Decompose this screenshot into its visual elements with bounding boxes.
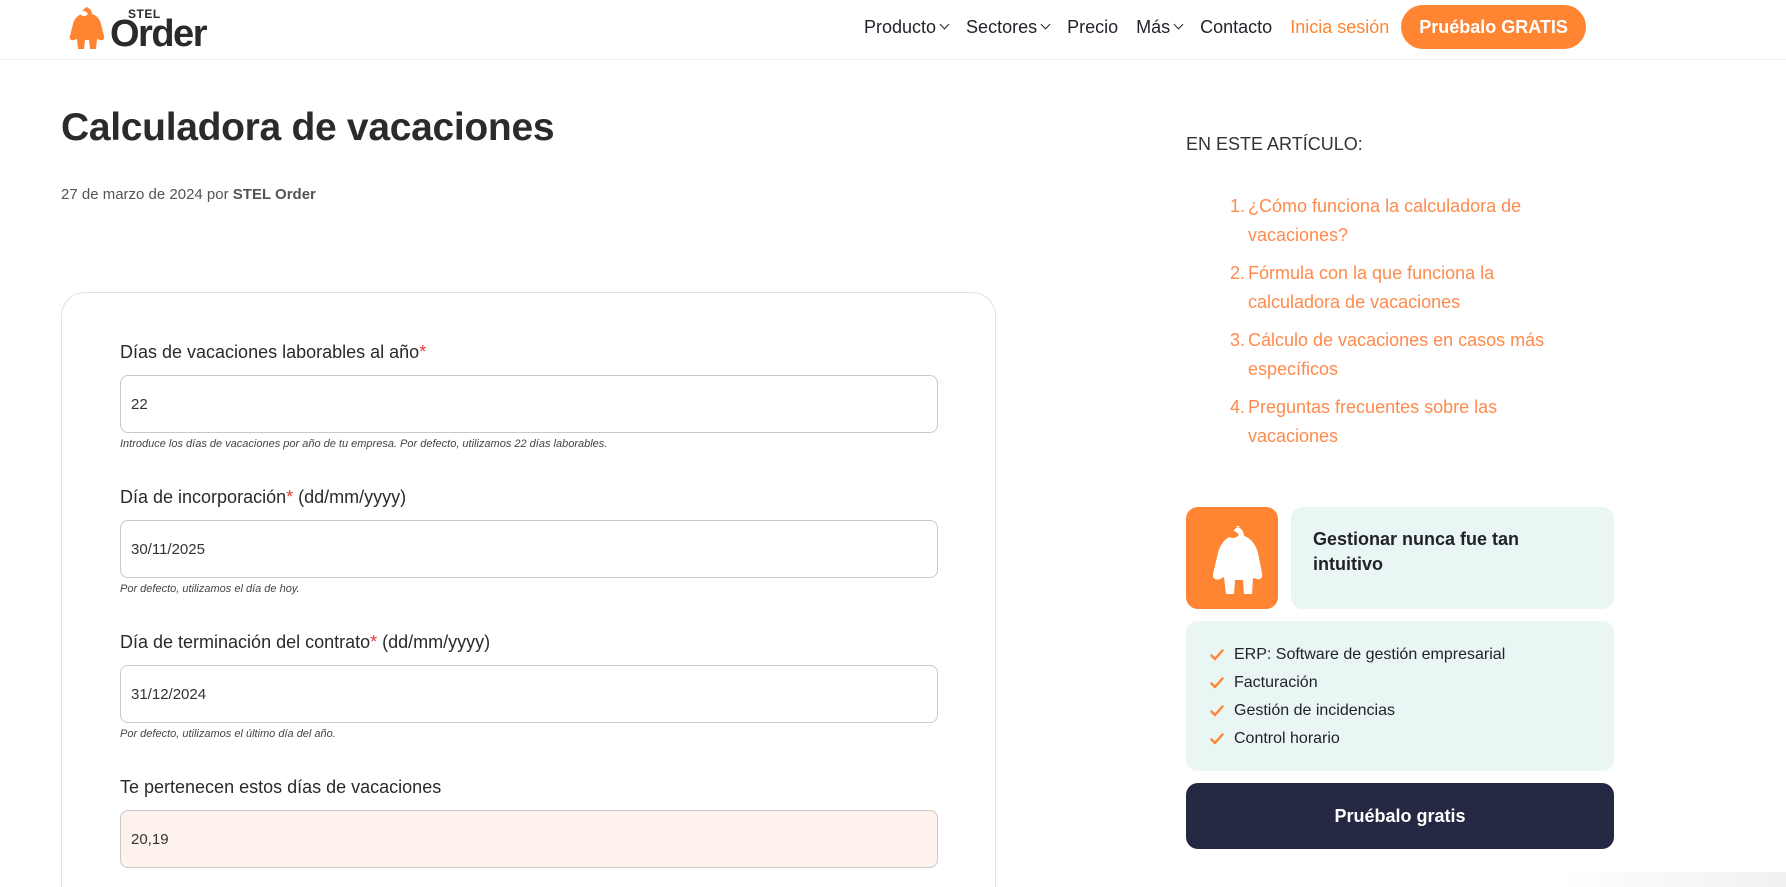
annual-days-input[interactable]: 22 (120, 375, 938, 433)
toc-item-label: Preguntas frecuentes sobre las vacacione… (1248, 397, 1498, 446)
promo-headline: Gestionar nunca fue tan intuitivo (1313, 529, 1520, 574)
checkmark-icon (1210, 677, 1224, 689)
nav-item-sectores[interactable]: Sectores (966, 16, 1051, 38)
checkmark-icon (1210, 733, 1224, 745)
try-free-button[interactable]: Pruébalo GRATIS (1401, 5, 1586, 49)
nav-item-producto[interactable]: Producto (864, 16, 950, 38)
checkmark-icon (1210, 649, 1224, 661)
toc-item[interactable]: 1. ¿Cómo funciona la calculadora de vacac… (1230, 192, 1580, 250)
feature-label: Facturación (1234, 674, 1318, 691)
result-value: 20,19 (131, 830, 169, 848)
feature-item: Gestión de incidencias (1210, 697, 1590, 725)
feature-label: ERP: Software de gestión empresarial (1234, 646, 1506, 663)
toc-item[interactable]: 2. Fórmula con la que funciona la calcula… (1230, 259, 1580, 317)
nav-item-contacto[interactable]: Contacto (1200, 17, 1272, 38)
article-date: 27 de marzo de 2024 por (61, 186, 229, 203)
nav-item-label: Sectores (966, 16, 1038, 37)
vacation-days-result: 20,19 (120, 810, 938, 868)
stel-order-logo[interactable]: STEL Order (60, 4, 220, 55)
annual-days-label: Días de vacaciones laborables al año* (120, 342, 426, 363)
nav-item-label: Producto (864, 16, 937, 37)
gorilla-promo-icon (1212, 526, 1263, 594)
toc-item-label: ¿Cómo funciona la calculadora de vacacio… (1248, 196, 1522, 245)
promo-logo-tile (1186, 507, 1278, 609)
toc-item-number: 3. (1230, 330, 1246, 350)
start-date-input[interactable]: 30/11/2025 (120, 520, 938, 578)
checkmark-icon (1210, 705, 1224, 717)
logo-order-text: Order (110, 13, 207, 55)
floating-widget-edge (1560, 872, 1786, 887)
toc-item-number: 4. (1230, 397, 1246, 417)
promo-features-list: ERP: Software de gestión empresarial Fac… (1186, 621, 1614, 771)
article-author[interactable]: STEL Order (233, 186, 316, 203)
nav-item-mas[interactable]: Más (1136, 16, 1184, 38)
end-date-help: Por defecto, utilizamos el último día de… (120, 728, 336, 740)
input-value: 22 (131, 395, 148, 413)
annual-days-help: Introduce los días de vacaciones por año… (120, 438, 608, 450)
field-label-suffix: (dd/mm/yyyy) (293, 487, 407, 507)
nav-item-label: Contacto (1200, 16, 1273, 37)
table-of-contents: 1. ¿Cómo funciona la calculadora de vacac… (1230, 192, 1580, 460)
nav-item-label: Precio (1067, 16, 1119, 37)
page-title: Calculadora de vacaciones (61, 106, 555, 149)
logo-wordmark: STEL Order (110, 4, 220, 55)
field-label-text: Día de incorporación (120, 487, 287, 507)
chevron-down-icon (1173, 19, 1184, 30)
input-value: 31/12/2024 (131, 685, 207, 703)
field-label-text: Días de vacaciones laborables al año (120, 342, 420, 362)
promo-headline-card: Gestionar nunca fue tan intuitivo (1291, 507, 1614, 609)
feature-item: Control horario (1210, 725, 1590, 753)
toc-item[interactable]: 4. Preguntas frecuentes sobre las vacacio… (1230, 393, 1580, 451)
field-label-text: Te pertenecen estos días de vacaciones (120, 777, 442, 797)
end-date-label: Día de terminación del contrato* (dd/mm/… (120, 632, 490, 653)
chevron-down-icon (1040, 19, 1051, 30)
main-nav: Producto Sectores Precio Más Contacto In… (864, 5, 1586, 49)
toc-item-number: 1. (1230, 196, 1246, 216)
site-header: STEL Order Producto Sectores Precio Más … (0, 0, 1786, 60)
feature-label: Gestión de incidencias (1234, 702, 1395, 719)
feature-item: Facturación (1210, 669, 1590, 697)
result-label: Te pertenecen estos días de vacaciones (120, 777, 441, 798)
toc-item-label: Cálculo de vacaciones en casos más espec… (1248, 330, 1545, 379)
gorilla-logo-icon (69, 7, 105, 49)
vacation-calculator-form: Días de vacaciones laborables al año* 22… (61, 292, 996, 887)
promo-try-free-button[interactable]: Pruébalo gratis (1186, 783, 1614, 849)
login-link[interactable]: Inicia sesión (1290, 17, 1389, 38)
input-value: 30/11/2025 (131, 540, 205, 558)
feature-label: Control horario (1234, 730, 1340, 747)
toc-item-number: 2. (1230, 263, 1246, 283)
nav-item-precio[interactable]: Precio (1067, 17, 1118, 38)
toc-item-label: Fórmula con la que funciona la calculado… (1248, 263, 1495, 312)
required-mark: * (419, 342, 427, 362)
field-label-suffix: (dd/mm/yyyy) (377, 632, 491, 652)
start-date-help: Por defecto, utilizamos el día de hoy. (120, 583, 300, 595)
start-date-label: Día de incorporación* (dd/mm/yyyy) (120, 487, 406, 508)
toc-heading: EN ESTE ARTÍCULO: (1186, 134, 1363, 154)
toc-item[interactable]: 3. Cálculo de vacaciones en casos más esp… (1230, 326, 1580, 384)
article-byline: 27 de marzo de 2024 por STEL Order (61, 186, 316, 203)
end-date-input[interactable]: 31/12/2024 (120, 665, 938, 723)
nav-item-label: Más (1136, 16, 1171, 37)
field-label-text: Día de terminación del contrato (120, 632, 371, 652)
feature-item: ERP: Software de gestión empresarial (1210, 641, 1590, 669)
chevron-down-icon (939, 19, 950, 30)
